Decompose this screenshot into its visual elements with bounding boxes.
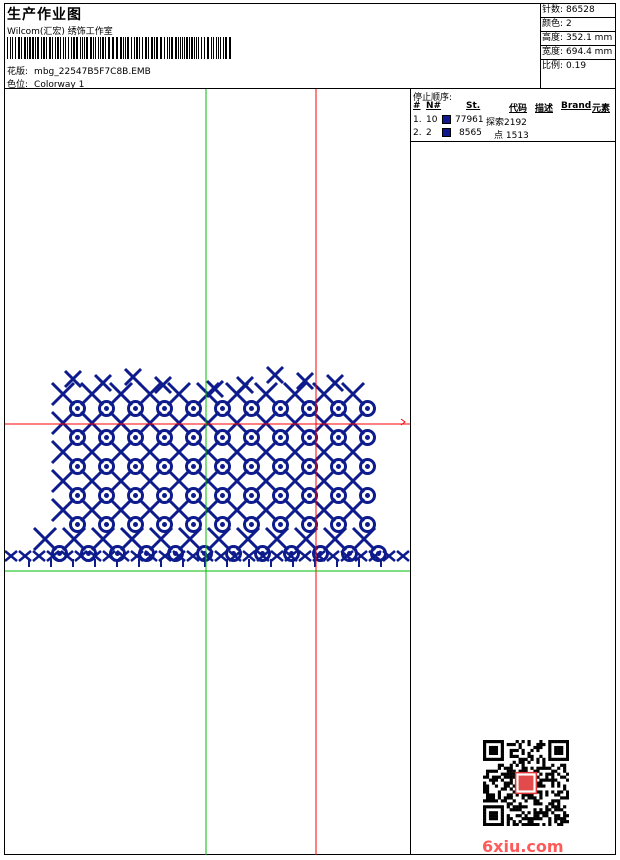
row-needle: 10 xyxy=(426,115,438,125)
stat-value: 694.4 mm xyxy=(566,47,613,57)
stop-sequence-panel: 停止顺序: # N# St. 代码 描述 Brand 元素 1. 10 7796… xyxy=(411,89,615,142)
col-header-element: 元素 xyxy=(592,104,611,114)
row-stitches: 8565 xyxy=(459,128,482,138)
stat-stitch-count: 针数: 86528 xyxy=(541,4,615,18)
thread-color-swatch xyxy=(442,128,451,137)
stat-value: 2 xyxy=(566,19,572,29)
col-header-needle: N# xyxy=(426,101,442,111)
embroidery-preview xyxy=(5,89,411,855)
col-header-brand: Brand xyxy=(561,101,592,111)
thread-color-swatch xyxy=(442,115,451,124)
stat-value: 352.1 mm xyxy=(566,33,613,43)
stat-scale: 比例: 0.19 xyxy=(541,60,615,73)
col-header-index: # xyxy=(413,101,421,111)
col-header-code: 代码 xyxy=(509,104,528,114)
stat-label: 高度: xyxy=(542,33,564,43)
stat-value: 0.19 xyxy=(566,61,587,71)
design-stats-panel: 针数: 86528 颜色: 2 高度: 352.1 mm 宽度: 694.4 mm 比例… xyxy=(541,4,615,89)
col-header-description: 描述 xyxy=(535,104,554,114)
stat-label: 宽度: xyxy=(542,47,564,57)
barcode xyxy=(7,37,231,59)
stat-height: 高度: 352.1 mm xyxy=(541,32,615,46)
stitch-pattern xyxy=(5,365,410,567)
design-file-label: 花版: xyxy=(7,67,29,77)
studio-subtitle: Wilcom(汇宏) 绣饰工作室 xyxy=(7,27,113,37)
stat-label: 比例: xyxy=(542,61,564,71)
col-header-stitches: St. xyxy=(466,101,481,111)
watermark: 6xiu.com xyxy=(482,837,564,856)
design-file-name: mbg_22547B5F7C8B.EMB xyxy=(34,67,151,77)
qr-code xyxy=(483,740,569,826)
row-element: 点 1513 xyxy=(494,131,529,141)
page-title: 生产作业图 xyxy=(7,7,82,23)
worksheet-header: 生产作业图 Wilcom(汇宏) 绣饰工作室 花版: mbg_22547B5F7C… xyxy=(5,4,541,90)
stat-width: 宽度: 694.4 mm xyxy=(541,46,615,60)
stat-label: 针数: xyxy=(542,5,564,15)
design-file-line: 花版: mbg_22547B5F7C8B.EMB xyxy=(7,64,151,77)
row-element: 探索2192 xyxy=(486,118,527,128)
production-worksheet: 生产作业图 Wilcom(汇宏) 绣饰工作室 花版: mbg_22547B5F7C… xyxy=(4,3,616,856)
embroidery-design-svg xyxy=(5,89,410,855)
stat-label: 颜色: xyxy=(542,19,564,29)
row-index: 2. xyxy=(413,128,422,138)
stat-color-count: 颜色: 2 xyxy=(541,18,615,32)
row-index: 1. xyxy=(413,115,422,125)
row-needle: 2 xyxy=(426,128,432,138)
row-stitches: 77961 xyxy=(455,115,484,125)
stat-value: 86528 xyxy=(566,5,595,15)
